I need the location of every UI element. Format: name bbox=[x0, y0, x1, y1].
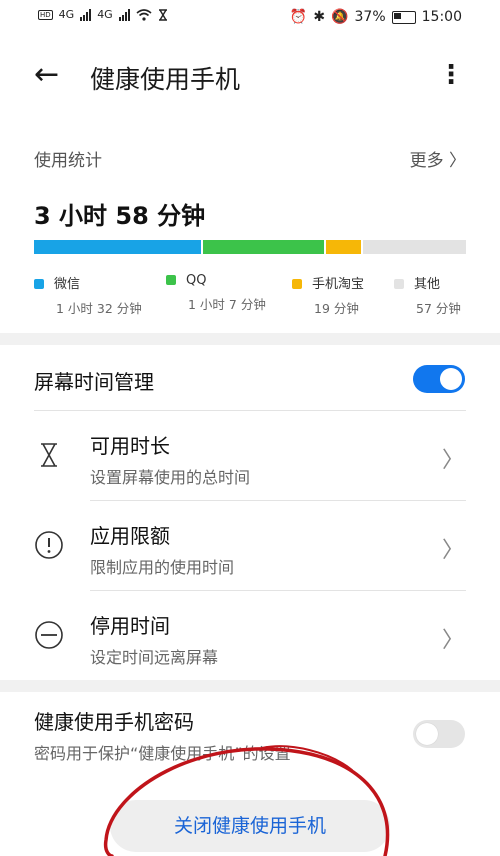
chevron-right-icon: 〉 bbox=[441, 628, 464, 653]
network-type-1: 4G bbox=[58, 8, 75, 21]
page-title: 健康使用手机 bbox=[90, 65, 241, 94]
network-type-2: 4G bbox=[97, 8, 113, 21]
signal-icon bbox=[80, 8, 92, 21]
legend-item-taobao: 手机淘宝 19 分钟 bbox=[292, 273, 364, 317]
chevron-right-icon: 〉 bbox=[449, 151, 466, 171]
screen-time-item-downtime[interactable]: 停用时间 设定时间远离屏幕 〉 bbox=[0, 592, 500, 680]
arrow-left-icon[interactable]: ← bbox=[34, 60, 59, 90]
toggle-knob bbox=[440, 368, 462, 390]
legend-name-taobao: 手机淘宝 bbox=[312, 277, 365, 292]
divider bbox=[90, 590, 466, 591]
bluetooth-icon: ✱ bbox=[313, 9, 326, 25]
legend-item-wechat: 微信 1 小时 32 分钟 bbox=[34, 273, 142, 317]
legend-name-wechat: 微信 bbox=[54, 277, 81, 292]
divider bbox=[34, 410, 466, 411]
legend-dot-qq bbox=[166, 275, 176, 285]
screen-time-item-app-limits[interactable]: 应用限额 限制应用的使用时间 〉 bbox=[0, 502, 500, 590]
toggle-knob bbox=[416, 723, 438, 745]
legend-duration-taobao: 19 分钟 bbox=[314, 301, 359, 316]
screen-time-title: 屏幕时间管理 bbox=[34, 370, 154, 394]
item-title: 停用时间 bbox=[90, 614, 170, 638]
legend-duration-qq: 1 小时 7 分钟 bbox=[188, 297, 266, 312]
legend-duration-other: 57 分钟 bbox=[416, 301, 461, 316]
divider bbox=[90, 500, 466, 501]
screen-time-toggle[interactable] bbox=[413, 365, 465, 393]
wifi-icon bbox=[136, 8, 152, 21]
mute-icon: 🔕 bbox=[331, 9, 349, 25]
item-subtitle: 设置屏幕使用的总时间 bbox=[90, 468, 251, 487]
usage-segment-qq bbox=[202, 240, 325, 254]
legend-dot-wechat bbox=[34, 279, 44, 289]
password-toggle[interactable] bbox=[413, 720, 465, 748]
hourglass-status-icon bbox=[158, 8, 167, 21]
usage-bar bbox=[34, 240, 466, 254]
more-vertical-icon[interactable]: ⋮ bbox=[438, 60, 464, 90]
item-title: 应用限额 bbox=[90, 524, 170, 548]
password-title: 健康使用手机密码 bbox=[34, 710, 194, 734]
alarm-icon: ⏰ bbox=[289, 9, 308, 25]
section-gap bbox=[0, 680, 500, 692]
clock: 15:00 bbox=[421, 9, 462, 25]
close-healthy-use-button[interactable]: 关闭健康使用手机 bbox=[110, 800, 390, 852]
usage-legend: 微信 1 小时 32 分钟 QQ 1 小时 7 分钟 手机淘宝 19 分钟 其他… bbox=[34, 273, 466, 316]
legend-name-other: 其他 bbox=[414, 277, 441, 292]
signal-icon-2 bbox=[118, 8, 130, 21]
hd-badge: HD bbox=[38, 9, 53, 20]
item-title: 可用时长 bbox=[90, 434, 170, 458]
battery-icon bbox=[391, 10, 416, 24]
stats-more-link[interactable]: 更多 〉 bbox=[410, 146, 466, 171]
usage-segment-other bbox=[362, 240, 466, 254]
status-left: HD 4G 4G bbox=[38, 8, 168, 21]
legend-dot-taobao bbox=[292, 279, 302, 289]
stats-more-label: 更多 bbox=[409, 151, 444, 171]
minus-circle-icon bbox=[35, 621, 63, 649]
status-right: ⏰ ✱ 🔕 37% 15:00 bbox=[290, 9, 462, 25]
legend-item-other: 其他 57 分钟 bbox=[394, 273, 461, 317]
section-gap bbox=[0, 333, 500, 345]
item-subtitle: 限制应用的使用时间 bbox=[90, 558, 235, 577]
total-usage: 3 小时 58 分钟 bbox=[34, 202, 206, 230]
app-bar: ← 健康使用手机 ⋮ bbox=[0, 36, 500, 116]
alert-circle-icon bbox=[35, 531, 63, 559]
battery-percent: 37% bbox=[354, 9, 386, 25]
stats-header: 使用统计 bbox=[34, 151, 102, 171]
chevron-right-icon: 〉 bbox=[441, 538, 464, 563]
password-subtitle: 密码用于保护“健康使用手机”的设置 bbox=[34, 744, 291, 763]
chevron-right-icon: 〉 bbox=[441, 448, 464, 473]
status-bar: HD 4G 4G ⏰ ✱ 🔕 37% 15:00 bbox=[0, 0, 500, 36]
item-subtitle: 设定时间远离屏幕 bbox=[90, 648, 219, 667]
usage-segment-taobao bbox=[326, 240, 361, 254]
legend-dot-other bbox=[394, 279, 404, 289]
screen-time-item-available-duration[interactable]: 可用时长 设置屏幕使用的总时间 〉 bbox=[0, 412, 500, 500]
hourglass-icon bbox=[41, 443, 57, 467]
legend-item-qq: QQ 1 小时 7 分钟 bbox=[166, 273, 266, 313]
usage-segment-wechat bbox=[34, 240, 201, 254]
legend-duration-wechat: 1 小时 32 分钟 bbox=[56, 301, 142, 316]
legend-name-qq: QQ bbox=[186, 273, 207, 288]
